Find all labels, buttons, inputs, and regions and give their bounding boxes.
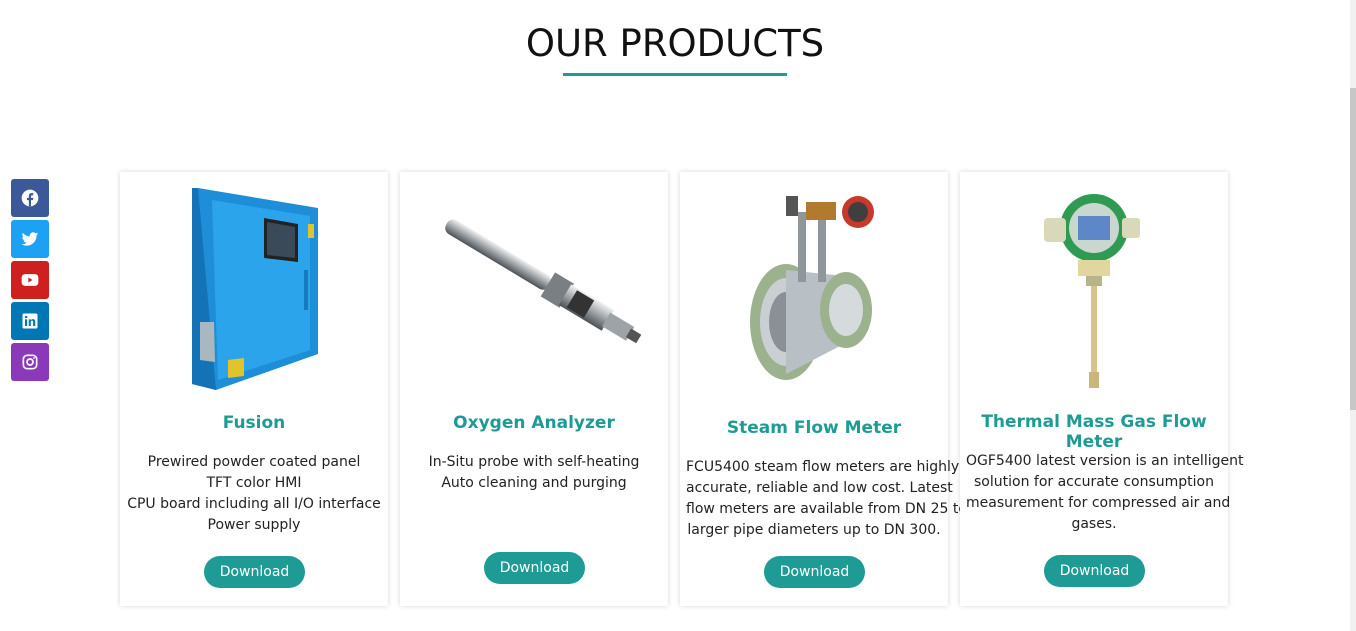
facebook-icon	[21, 189, 39, 207]
section-heading: OUR PRODUCTS	[525, 22, 825, 65]
description-line: TFT color HMI	[206, 475, 302, 491]
page-scrollbar[interactable]	[1350, 0, 1356, 631]
description-line: OGF5400 latest version is an intelligent	[966, 453, 1244, 469]
description-line: flow meters are available from DN 25 to	[686, 501, 967, 517]
product-title: Thermal Mass Gas Flow Meter	[981, 412, 1207, 452]
product-card-oxygen-analyzer: Oxygen Analyzer In-Situ probe with self-…	[400, 172, 668, 606]
product-description: OGF5400 latest version is an intelligent…	[966, 451, 1244, 535]
description-line: solution for accurate consumption	[974, 474, 1214, 490]
description-line: larger pipe diameters up to DN 300.	[687, 522, 941, 538]
scrollbar-thumb[interactable]	[1350, 88, 1356, 410]
youtube-link[interactable]	[11, 261, 49, 299]
twitter-icon	[21, 232, 39, 246]
description-line: Power supply	[207, 517, 301, 533]
product-description: Prewired powder coated panel TFT color H…	[126, 452, 382, 536]
product-title: Steam Flow Meter	[726, 418, 902, 438]
product-title: Oxygen Analyzer	[453, 413, 615, 433]
description-line: gases.	[1071, 516, 1117, 532]
download-button[interactable]: Download	[484, 552, 585, 584]
product-title: Fusion	[222, 413, 286, 433]
download-button[interactable]: Download	[204, 556, 305, 588]
product-description: FCU5400 steam flow meters are highly acc…	[686, 457, 967, 541]
description-line: CPU board including all I/O interface	[127, 496, 381, 512]
product-card-steam-flow-meter: Steam Flow Meter FCU5400 steam flow mete…	[680, 172, 967, 606]
steam-flow-meter-image	[750, 196, 874, 380]
description-line: Auto cleaning and purging	[441, 475, 627, 491]
youtube-icon	[21, 274, 39, 286]
description-line: accurate, reliable and low cost. Latest	[686, 480, 953, 496]
product-card-fusion: Fusion Prewired powder coated panel TFT …	[120, 172, 388, 606]
instagram-link[interactable]	[11, 343, 49, 381]
instagram-icon	[22, 354, 38, 370]
product-card-thermal-mass-gas-flow-meter: Thermal Mass Gas Flow Meter OGF5400 late…	[960, 172, 1244, 606]
oxygen-analyzer-probe-image	[445, 219, 642, 344]
linkedin-link[interactable]	[11, 302, 49, 340]
fusion-control-panel-image	[192, 188, 318, 390]
product-description: In-Situ probe with self-heating Auto cle…	[406, 452, 662, 494]
description-line: FCU5400 steam flow meters are highly	[686, 459, 960, 475]
description-line: In-Situ probe with self-heating	[428, 454, 640, 470]
description-line: measurement for compressed air and	[966, 495, 1231, 511]
download-button[interactable]: Download	[764, 556, 865, 588]
download-button[interactable]: Download	[1044, 555, 1145, 587]
linkedin-icon	[22, 313, 38, 329]
facebook-link[interactable]	[11, 179, 49, 217]
description-line: Prewired powder coated panel	[147, 454, 361, 470]
heading-underline	[563, 73, 787, 76]
thermal-mass-flow-meter-image	[1044, 194, 1140, 388]
twitter-link[interactable]	[11, 220, 49, 258]
